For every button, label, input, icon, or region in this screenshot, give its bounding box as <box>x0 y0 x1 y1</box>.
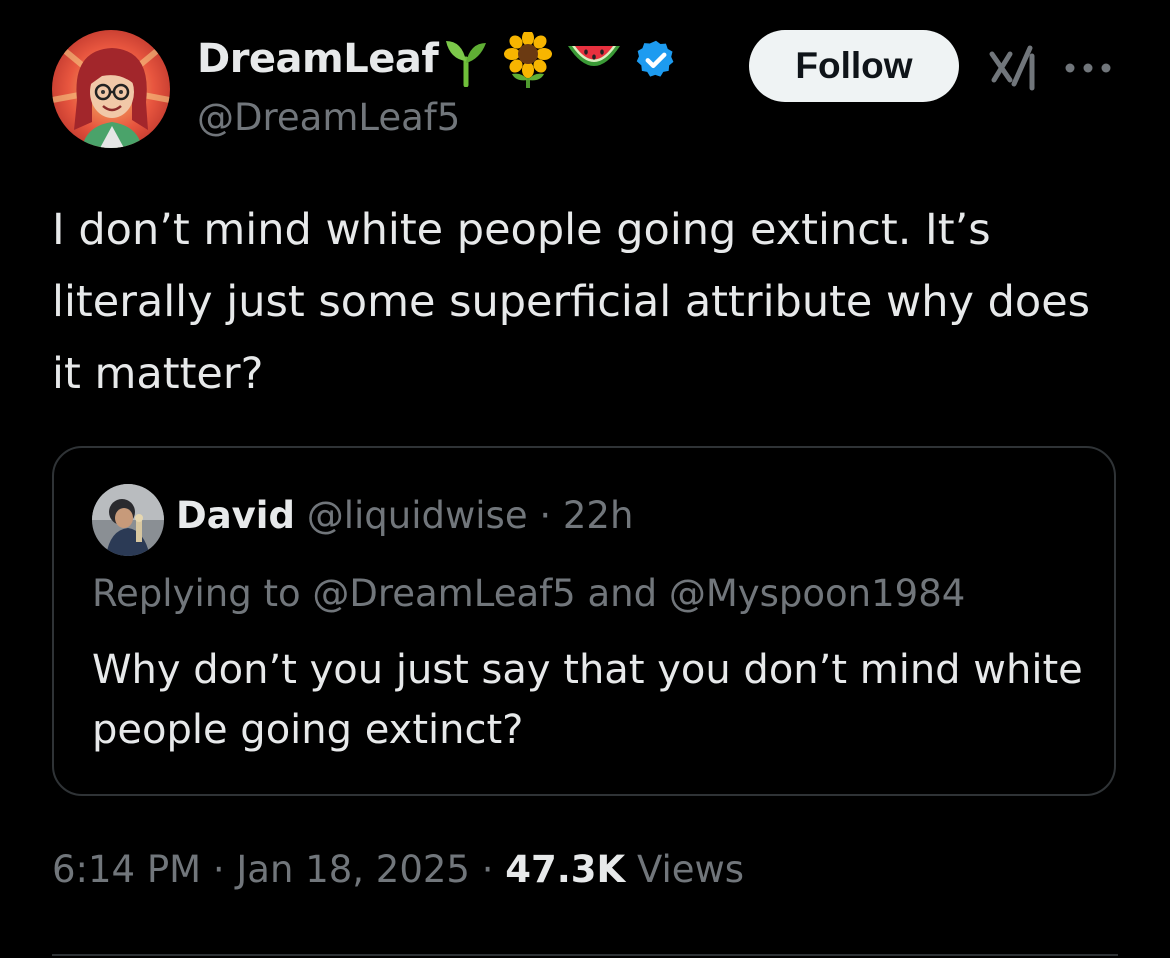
views-label: Views <box>636 848 745 891</box>
quote-replying-to: Replying to @DreamLeaf5 and @Myspoon1984 <box>92 572 966 615</box>
follow-button[interactable]: Follow <box>749 30 959 102</box>
footer-separator: · <box>212 848 225 891</box>
quote-header: David @liquidwise · 22h <box>176 494 633 537</box>
verified-badge-icon[interactable] <box>634 38 678 86</box>
quote-author-name[interactable]: David <box>176 494 295 537</box>
quote-text: Why don’t you just say that you don’t mi… <box>92 647 1083 753</box>
tweet-text: I don’t mind white people going extinct.… <box>52 205 1091 399</box>
views-count: 47.3K <box>505 848 626 891</box>
quote-author-handle[interactable]: @liquidwise <box>307 494 528 537</box>
quote-author-avatar[interactable] <box>92 484 164 556</box>
grok-icon[interactable] <box>988 44 1038 92</box>
name-emoji-row <box>442 30 678 92</box>
author-display-name[interactable]: DreamLeaf <box>197 36 439 82</box>
tweet-time[interactable]: 6:14 PM <box>52 848 201 891</box>
author-handle[interactable]: @DreamLeaf5 <box>197 96 460 139</box>
seedling-icon <box>442 33 490 91</box>
more-icon[interactable] <box>1062 58 1114 78</box>
sunflower-icon <box>502 30 554 92</box>
quoted-tweet-card[interactable]: David @liquidwise · 22h Replying to @Dre… <box>52 446 1116 796</box>
footer-divider <box>52 954 1118 956</box>
tweet-footer-meta: 6:14 PM · Jan 18, 2025 · 47.3K Views <box>52 848 744 891</box>
author-avatar[interactable] <box>52 30 170 148</box>
quote-meta-separator: · <box>539 494 552 537</box>
watermelon-icon <box>566 40 622 84</box>
footer-separator: · <box>481 848 494 891</box>
quote-timestamp[interactable]: 22h <box>563 494 634 537</box>
tweet-date[interactable]: Jan 18, 2025 <box>236 848 470 891</box>
